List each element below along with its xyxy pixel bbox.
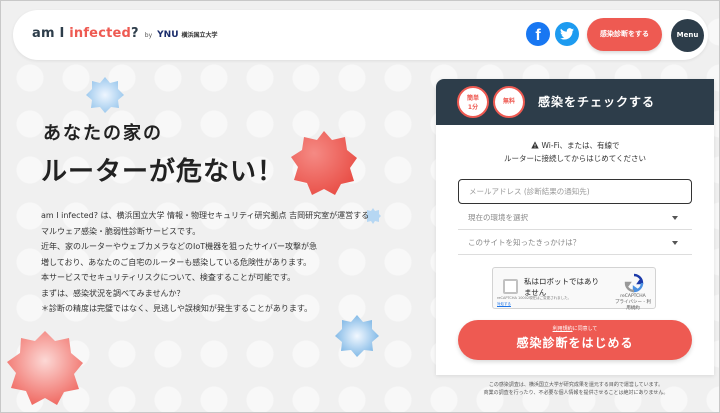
decorative-blob-red-hero	[291, 131, 357, 195]
twitter-icon[interactable]	[555, 22, 579, 46]
panel-header: 簡単 1分 無料 感染をチェックする	[436, 79, 714, 125]
recaptcha-brand-sub[interactable]: プライバシー - 利用規約	[613, 300, 653, 312]
menu-button[interactable]: Menu	[671, 19, 704, 52]
description-line: am I infected? は、横浜国立大学 情報・物理セキュリティ研究拠点 …	[41, 211, 370, 220]
recaptcha-widget: 私はロボットではあり ません reCAPTCHA プライバシー - 利用規約 r…	[492, 267, 656, 312]
logo-ynu: YNU	[157, 30, 179, 40]
facebook-icon[interactable]: f	[526, 22, 550, 46]
description-line: まずは、感染状況を調べてみませんか？	[41, 288, 185, 298]
site-header: am I infected? by YNU 横浜国立大学 f 感染診断をする M…	[13, 10, 708, 60]
hero-heading-line1: あなたの家の	[43, 123, 163, 144]
email-field[interactable]: メールアドレス (診断結果の通知先)	[458, 179, 692, 204]
description-line: マルウェア感染・脆弱性診断サービスです。	[41, 226, 201, 236]
notice-line1: Wi-Fi、または、有線で	[541, 141, 620, 150]
chevron-down-icon	[672, 241, 678, 245]
badge-easy-label: 簡単	[466, 95, 479, 102]
decorative-blob-blue-top	[86, 77, 124, 113]
logo-wordmark: am I infected?	[32, 26, 139, 41]
connection-notice: Wi-Fi、または、有線で ルーターに接続してからはじめてください	[436, 139, 714, 165]
badge-easy-1min: 簡単 1分	[457, 86, 489, 118]
panel-title: 感染をチェックする	[538, 95, 656, 109]
footnote-line2: 商業の調査を行ったり、不必要な個人情報を提供させることは絶対にありません。	[483, 390, 669, 396]
page-frame: am I infected? by YNU 横浜国立大学 f 感染診断をする M…	[0, 0, 720, 413]
logo-by: by	[144, 32, 153, 39]
logo-university: 横浜国立大学	[181, 32, 218, 39]
description-line: 近年、家のルーターやウェブカメラなどのIoT機器を狙ったサイバー攻撃が急	[41, 242, 317, 251]
recaptcha-notice: reCAPTCHA 10002現在はご変更されました。 対処する	[497, 295, 571, 307]
badge-easy-time: 1分	[467, 104, 479, 111]
description-line: 増しており、あなたのご自宅のルーターも感染している危険性があります。	[41, 257, 312, 267]
chevron-down-icon	[672, 216, 678, 220]
start-diagnosis-button[interactable]: 感染診断をはじめる	[458, 320, 692, 360]
decorative-blob-blue-bottom	[335, 315, 379, 357]
recaptcha-brand: reCAPTCHA プライバシー - 利用規約	[613, 294, 653, 312]
notice-line2: ルーターに接続してからはじめてください	[503, 154, 647, 163]
site-logo[interactable]: am I infected? by YNU 横浜国立大学	[32, 26, 218, 46]
recaptcha-notice-link[interactable]: 対処する	[497, 301, 571, 307]
description-line: 本サービスでセキュリティリスクについて、検査することが可能です。	[41, 273, 296, 282]
recaptcha-icon	[624, 273, 644, 293]
logo-prefix: am I	[32, 26, 70, 41]
footnote-line1: この感染調査は、横浜国立大学が研究成果を還元する目的で運営しています。	[488, 382, 664, 388]
warning-icon	[530, 141, 539, 149]
recaptcha-checkbox[interactable]	[503, 279, 518, 294]
badge-free: 無料	[493, 86, 525, 118]
decorative-blob-red-bottom	[7, 331, 83, 405]
source-select-value: このサイトを知ったきっかけは？	[468, 238, 581, 247]
logo-suffix: ?	[131, 26, 139, 41]
footnote: この感染調査は、横浜国立大学が研究成果を還元する目的で運営しています。 商業の調…	[437, 381, 715, 397]
hero-heading-line2: ルーターが危ない！	[41, 157, 285, 187]
check-panel: 簡単 1分 無料 感染をチェックする Wi-Fi、または、有線で ルーターに接続…	[436, 79, 714, 375]
description-line: ＊診断の精度は完璧ではなく、見逃しや誤検知が発生することがあります。	[41, 304, 313, 313]
environment-select-value: 現在の環境を選択	[468, 213, 528, 222]
environment-select[interactable]: 現在の環境を選択	[458, 206, 692, 230]
logo-accent: infected	[69, 26, 132, 41]
source-select[interactable]: このサイトを知ったきっかけは？	[458, 231, 692, 255]
diagnose-button[interactable]: 感染診断をする	[587, 18, 662, 51]
service-description: am I infected? は、横浜国立大学 情報・物理セキュリティ研究拠点 …	[41, 208, 391, 317]
recaptcha-label-line1: 私はロボットではあり	[524, 277, 599, 286]
